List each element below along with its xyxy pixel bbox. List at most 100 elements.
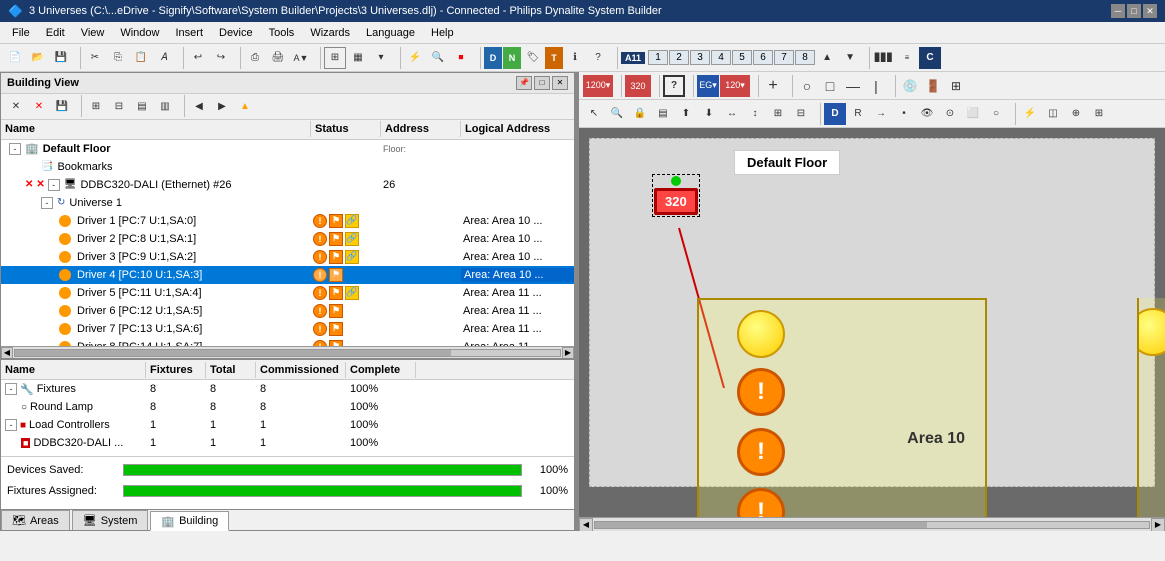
eg-btn[interactable]: EG▾: [697, 75, 719, 97]
expand-univ-btn[interactable]: -: [41, 197, 53, 209]
minimize-button[interactable]: ─: [1111, 4, 1125, 18]
warning-fixture-3[interactable]: !: [737, 428, 785, 476]
area10-box[interactable]: Area 10 ! ! !: [697, 298, 987, 517]
num7-btn[interactable]: 7: [774, 50, 794, 65]
default-floor-label[interactable]: Default Floor: [734, 150, 840, 175]
zoom-pct-btn[interactable]: 120▾: [720, 75, 750, 97]
group-btn[interactable]: ⊞: [767, 103, 789, 125]
stats-row-lamp[interactable]: ○ Round Lamp 8 8 8 100%: [1, 398, 574, 416]
tb-extra2[interactable]: ⊕: [1065, 103, 1087, 125]
tab-building[interactable]: 🏢 Building: [150, 511, 229, 531]
close-button[interactable]: ✕: [1143, 4, 1157, 18]
open-button[interactable]: 📂: [27, 47, 49, 69]
panel-tb-warn[interactable]: ▲: [234, 95, 256, 117]
num3-btn[interactable]: 3: [690, 50, 710, 65]
panel-tb-arrow2[interactable]: ▶: [211, 95, 233, 117]
vert-line-btn[interactable]: |: [865, 75, 887, 97]
menu-help[interactable]: Help: [423, 25, 462, 41]
lock-btn[interactable]: 🔒: [629, 103, 651, 125]
rect-tool-btn[interactable]: □: [819, 75, 841, 97]
tree-row[interactable]: Driver 2 [PC:8 U:1,SA:1] ! ⚑ 🔗 Area: Are…: [1, 230, 574, 248]
panel-close-button[interactable]: ✕: [552, 76, 568, 90]
redo-button[interactable]: ↪: [210, 47, 232, 69]
scroll-right-btn[interactable]: ▶: [562, 347, 574, 359]
layers-btn[interactable]: ▤: [652, 103, 674, 125]
tree-row[interactable]: Driver 8 [PC:14 U:1,SA:7] ! ⚑ Area: Area…: [1, 338, 574, 346]
tree-row[interactable]: Driver 6 [PC:12 U:1,SA:5] ! ⚑ Area: Area…: [1, 302, 574, 320]
num6-btn[interactable]: 6: [753, 50, 773, 65]
panel-pin-button[interactable]: 📌: [516, 76, 532, 90]
num2-btn[interactable]: 2: [669, 50, 689, 65]
expand-floor-btn[interactable]: -: [9, 143, 21, 155]
tree-row[interactable]: 📑 Bookmarks: [1, 158, 574, 176]
flip-v-btn[interactable]: ↕: [744, 103, 766, 125]
bring-front-btn[interactable]: ⬆: [675, 103, 697, 125]
cd-btn[interactable]: 💿: [899, 75, 921, 97]
tree-row-selected[interactable]: Driver 4 [PC:10 U:1,SA:3] ! ⚑ Area: Area…: [1, 266, 574, 284]
tree-row[interactable]: Driver 5 [PC:11 U:1,SA:4] ! ⚑ 🔗 Area: Ar…: [1, 284, 574, 302]
circle-tool-btn[interactable]: ○: [796, 75, 818, 97]
lasso-btn[interactable]: ○: [985, 103, 1007, 125]
arrow-tool-btn[interactable]: →: [870, 103, 892, 125]
flip-h-btn[interactable]: ↔: [721, 103, 743, 125]
zoom-in-btn[interactable]: 1200▾: [583, 75, 613, 97]
select-area-btn[interactable]: ⬜: [962, 103, 984, 125]
col-address-header[interactable]: Address: [381, 121, 461, 137]
tree-row[interactable]: Driver 1 [PC:7 U:1,SA:0] ! ⚑ 🔗 Area: Are…: [1, 212, 574, 230]
panel-tb-view2[interactable]: ▥: [154, 95, 176, 117]
menu-device[interactable]: Device: [211, 25, 261, 41]
num4-btn[interactable]: 4: [711, 50, 731, 65]
warning-fixture-4[interactable]: !: [737, 488, 785, 517]
magnet-btn[interactable]: ⊙: [939, 103, 961, 125]
stats-row-dali[interactable]: ■ DDBC320-DALI ... 1 1 1 100%: [1, 434, 574, 452]
canvas-scrollbar-h[interactable]: ◀ ▶: [579, 517, 1165, 531]
i-btn[interactable]: ℹ: [564, 47, 586, 69]
scroll-left-btn[interactable]: ◀: [1, 347, 13, 359]
d-tool-btn[interactable]: D: [824, 103, 846, 125]
panel-tb-save[interactable]: 💾: [51, 95, 73, 117]
maximize-button[interactable]: □: [1127, 4, 1141, 18]
discover-button[interactable]: 🔍: [427, 47, 449, 69]
menu-window[interactable]: Window: [112, 25, 167, 41]
num5-btn[interactable]: 5: [732, 50, 752, 65]
undo-button[interactable]: ↩: [187, 47, 209, 69]
eye-tool-btn[interactable]: 👁: [916, 103, 938, 125]
t-btn[interactable]: T: [545, 47, 563, 69]
save-button[interactable]: 💾: [50, 47, 72, 69]
view1-button[interactable]: ⊞: [324, 47, 346, 69]
stats-row-controllers[interactable]: - ■ Load Controllers 1 1 1 100%: [1, 416, 574, 434]
plus-sq-btn[interactable]: ⊞: [945, 75, 967, 97]
menu-file[interactable]: File: [4, 25, 38, 41]
stop-button[interactable]: ⏹: [450, 47, 472, 69]
tab-system[interactable]: 🖥 System: [72, 510, 149, 530]
panel-tb-x2[interactable]: ✕: [28, 95, 50, 117]
canvas-scroll-left[interactable]: ◀: [579, 518, 593, 532]
paste-button[interactable]: 📋: [130, 47, 152, 69]
menu-wizards[interactable]: Wizards: [302, 25, 358, 41]
panel-tb-expand[interactable]: ⊞: [85, 95, 107, 117]
flash-btn[interactable]: ⚡: [1019, 103, 1041, 125]
zoom-out-btn[interactable]: 320: [625, 75, 651, 97]
num1-btn[interactable]: 1: [648, 50, 668, 65]
menu-language[interactable]: Language: [358, 25, 423, 41]
lamp-fixture-1[interactable]: [737, 310, 785, 358]
view2-button[interactable]: ▦: [347, 47, 369, 69]
num8-btn[interactable]: 8: [795, 50, 815, 65]
menu-edit[interactable]: Edit: [38, 25, 73, 41]
warning-fixture-2[interactable]: !: [737, 368, 785, 416]
tree-scrollbar-h[interactable]: ◀ ▶: [1, 346, 574, 358]
panel-tb-x1[interactable]: ✕: [5, 95, 27, 117]
add-btn[interactable]: +: [762, 75, 784, 97]
dot-tool-btn[interactable]: •: [893, 103, 915, 125]
tree-row[interactable]: ✕ ✕ - 🖥 DDBC320-DALI (Ethernet) #26 26 [: [1, 176, 574, 194]
tab-areas[interactable]: 🗺 Areas: [1, 510, 70, 530]
tree-row[interactable]: - ↻ Universe 1: [1, 194, 574, 212]
expand-ctrl-btn[interactable]: -: [48, 179, 60, 191]
tag-btn[interactable]: 🏷: [522, 47, 544, 69]
panel-tb-collapse[interactable]: ⊟: [108, 95, 130, 117]
network-btn[interactable]: N: [503, 47, 521, 69]
stats-row-fixtures[interactable]: - 🔧 Fixtures 8 8 8 100%: [1, 380, 574, 398]
exit-btn[interactable]: 🚪: [922, 75, 944, 97]
menu-insert[interactable]: Insert: [167, 25, 211, 41]
view3-button[interactable]: ▾: [370, 47, 392, 69]
